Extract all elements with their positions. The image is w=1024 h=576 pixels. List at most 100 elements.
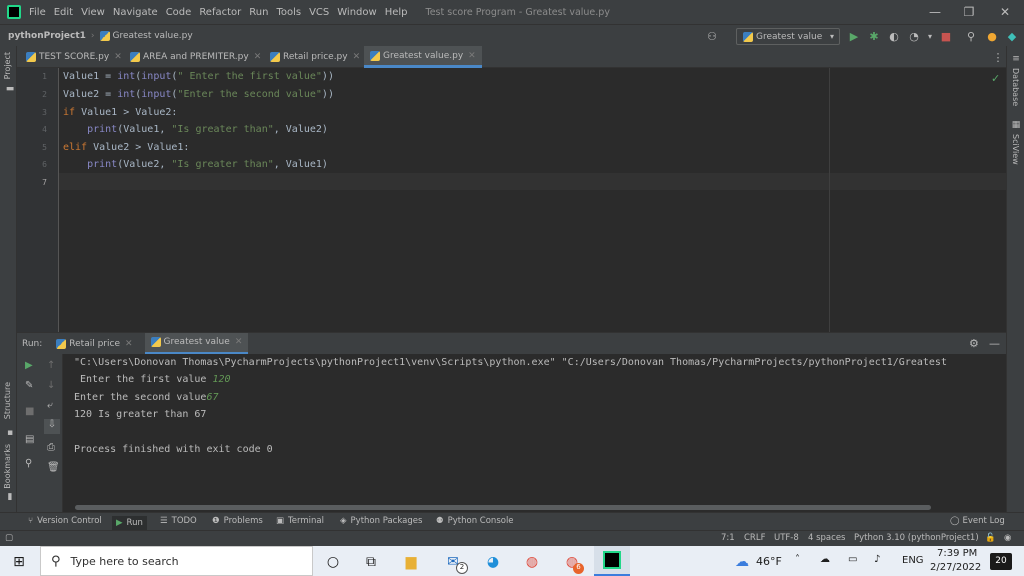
tool-python-packages[interactable]: ◈ Python Packages (340, 516, 422, 526)
pycharm-taskbar-button[interactable] (594, 546, 630, 576)
line-separator[interactable]: CRLF (744, 533, 765, 543)
pin-icon[interactable]: ⚲ (25, 458, 32, 469)
run-console[interactable]: "C:\Users\Donovan Thomas\PycharmProjects… (63, 354, 1006, 504)
menu-help[interactable]: Help (385, 7, 408, 18)
menu-tools[interactable]: Tools (276, 7, 301, 18)
more-run-chevron-icon[interactable]: ▾ (922, 28, 938, 44)
tab-retail-price[interactable]: Retail price.py ✕ (264, 46, 366, 68)
close-tab-icon[interactable]: ✕ (353, 52, 361, 62)
sciview-tool-button[interactable]: SciView (1011, 134, 1020, 165)
edge-icon[interactable]: ◕ (483, 552, 503, 572)
project-tool-button[interactable]: Project (3, 52, 12, 79)
close-tab-icon[interactable]: ✕ (468, 51, 476, 61)
taskbar-search-box[interactable]: ⚲ Type here to search (40, 546, 313, 576)
pycharm-logo-icon[interactable] (7, 5, 21, 19)
settings-gear-icon[interactable]: ⚙ (969, 337, 979, 350)
tool-run[interactable]: ▶ Run (112, 516, 147, 530)
layout-icon[interactable]: ▤ (25, 434, 34, 445)
lock-icon[interactable]: 🔓 (985, 533, 996, 543)
bookmark-icon[interactable]: ▮ (5, 492, 15, 502)
jetbrains-icon[interactable]: ◆ (1004, 28, 1020, 44)
chrome-icon[interactable]: ◍ (522, 552, 542, 572)
run-config-dropdown[interactable]: Greatest value ▾ (736, 28, 840, 45)
close-tab-icon[interactable]: ✕ (114, 52, 122, 62)
menu-navigate[interactable]: Navigate (113, 7, 158, 18)
file-explorer-icon[interactable]: ▆ (401, 552, 421, 572)
run-icon[interactable]: ▶ (846, 28, 862, 44)
code-editor[interactable]: Value1 = int(input(" Enter the first val… (59, 68, 1006, 332)
menu-window[interactable]: Window (337, 7, 376, 18)
caret-position[interactable]: 7:1 (721, 533, 735, 543)
scroll-down-icon[interactable]: ↓ (47, 380, 55, 391)
code-line-4[interactable]: print(Value1, "Is greater than", Value2) (63, 124, 328, 135)
breadcrumb-project[interactable]: pythonProject1 (8, 31, 86, 41)
hide-panel-icon[interactable]: — (989, 337, 1000, 350)
python-interpreter[interactable]: Python 3.10 (pythonProject1) (854, 533, 979, 543)
scroll-up-icon[interactable]: ↑ (47, 360, 55, 371)
code-line-3[interactable]: if Value1 > Value2: (63, 107, 177, 118)
volume-icon[interactable]: ♪ (874, 554, 880, 565)
tool-version-control[interactable]: ⑂ Version Control (28, 516, 102, 526)
tab-greatest-value[interactable]: Greatest value.py ✕ (364, 46, 482, 68)
clock-time[interactable]: 7:39 PM (937, 548, 977, 559)
structure-tool-button[interactable]: Structure (3, 382, 12, 419)
close-icon[interactable]: ✕ (988, 0, 1022, 24)
run-tab-greatest-value[interactable]: Greatest value ✕ (144, 332, 249, 355)
toggle-tool-windows-icon[interactable]: ▢ (5, 533, 13, 543)
menu-vcs[interactable]: VCS (309, 7, 329, 18)
weather-icon[interactable]: ☁ (732, 552, 752, 572)
code-line-5[interactable]: elif Value2 > Value1: (63, 142, 189, 153)
soft-wrap-icon[interactable]: ⤶ (47, 400, 53, 411)
database-tool-button[interactable]: Database (1011, 68, 1020, 106)
indent-setting[interactable]: 4 spaces (808, 533, 845, 543)
minimize-icon[interactable]: — (918, 0, 952, 24)
console-horizontal-scrollbar[interactable] (75, 505, 931, 510)
code-line-6[interactable]: print(Value2, "Is greater than", Value1) (63, 159, 328, 170)
breadcrumb-file[interactable]: Greatest value.py (113, 31, 193, 41)
tool-event-log[interactable]: ◯ Event Log (950, 516, 1005, 526)
menu-run[interactable]: Run (249, 7, 268, 18)
wrench-icon[interactable]: ✎ (25, 380, 33, 391)
tool-python-console[interactable]: ⚉ Python Console (436, 516, 514, 526)
print-icon[interactable]: ⎙ (47, 442, 55, 453)
close-tab-icon[interactable]: ✕ (235, 337, 243, 347)
search-icon[interactable]: ⚲ (963, 28, 979, 44)
tray-chevron-icon[interactable]: ˄ (795, 554, 800, 565)
sciview-icon[interactable]: ▦ (1011, 120, 1021, 130)
structure-icon[interactable]: ▪ (5, 428, 15, 438)
weather-temp[interactable]: 46°F (756, 555, 782, 568)
profile-icon[interactable]: ◔ (906, 28, 922, 44)
restore-icon[interactable]: ❐ (952, 0, 986, 24)
menu-edit[interactable]: Edit (54, 7, 73, 18)
tool-problems[interactable]: ❶ Problems (212, 516, 263, 526)
tab-area-and-premiter[interactable]: AREA and PREMITER.py ✕ (124, 46, 267, 68)
tool-terminal[interactable]: ▣ Terminal (276, 516, 324, 526)
close-tab-icon[interactable]: ✕ (125, 339, 133, 349)
menu-code[interactable]: Code (166, 7, 192, 18)
coverage-icon[interactable]: ◐ (886, 28, 902, 44)
debug-icon[interactable]: ✱ (866, 28, 882, 44)
code-line-1[interactable]: Value1 = int(input(" Enter the first val… (63, 71, 334, 82)
network-icon[interactable]: ▭ (848, 554, 857, 565)
notification-center-button[interactable]: 20 (990, 553, 1012, 570)
trash-icon[interactable]: 🗑 (47, 462, 60, 473)
bookmarks-tool-button[interactable]: Bookmarks (3, 444, 12, 489)
stop-icon[interactable]: ■ (938, 28, 954, 44)
vcs-user-icon[interactable]: ⚇ (704, 28, 720, 44)
menu-refactor[interactable]: Refactor (199, 7, 241, 18)
onedrive-icon[interactable]: ☁ (820, 554, 830, 565)
language-indicator[interactable]: ENG (902, 555, 924, 566)
clock-date[interactable]: 2/27/2022 (930, 562, 981, 573)
tool-todo[interactable]: ☰ TODO (160, 516, 197, 526)
cortana-icon[interactable]: ○ (323, 552, 343, 572)
updates-icon[interactable]: ● (984, 28, 1000, 44)
more-options-icon[interactable]: ⋮ (990, 49, 1006, 65)
memory-indicator-icon[interactable]: ◉ (1004, 533, 1011, 543)
menu-file[interactable]: File (29, 7, 46, 18)
task-view-icon[interactable]: ⧉ (361, 552, 381, 572)
tab-test-score[interactable]: TEST SCORE.py ✕ (20, 46, 128, 68)
scroll-to-end-icon[interactable]: ⇩ (44, 419, 60, 434)
database-icon[interactable]: ≡ (1011, 54, 1021, 64)
rerun-icon[interactable]: ▶ (25, 360, 33, 371)
folder-icon[interactable]: ▬ (5, 84, 15, 94)
